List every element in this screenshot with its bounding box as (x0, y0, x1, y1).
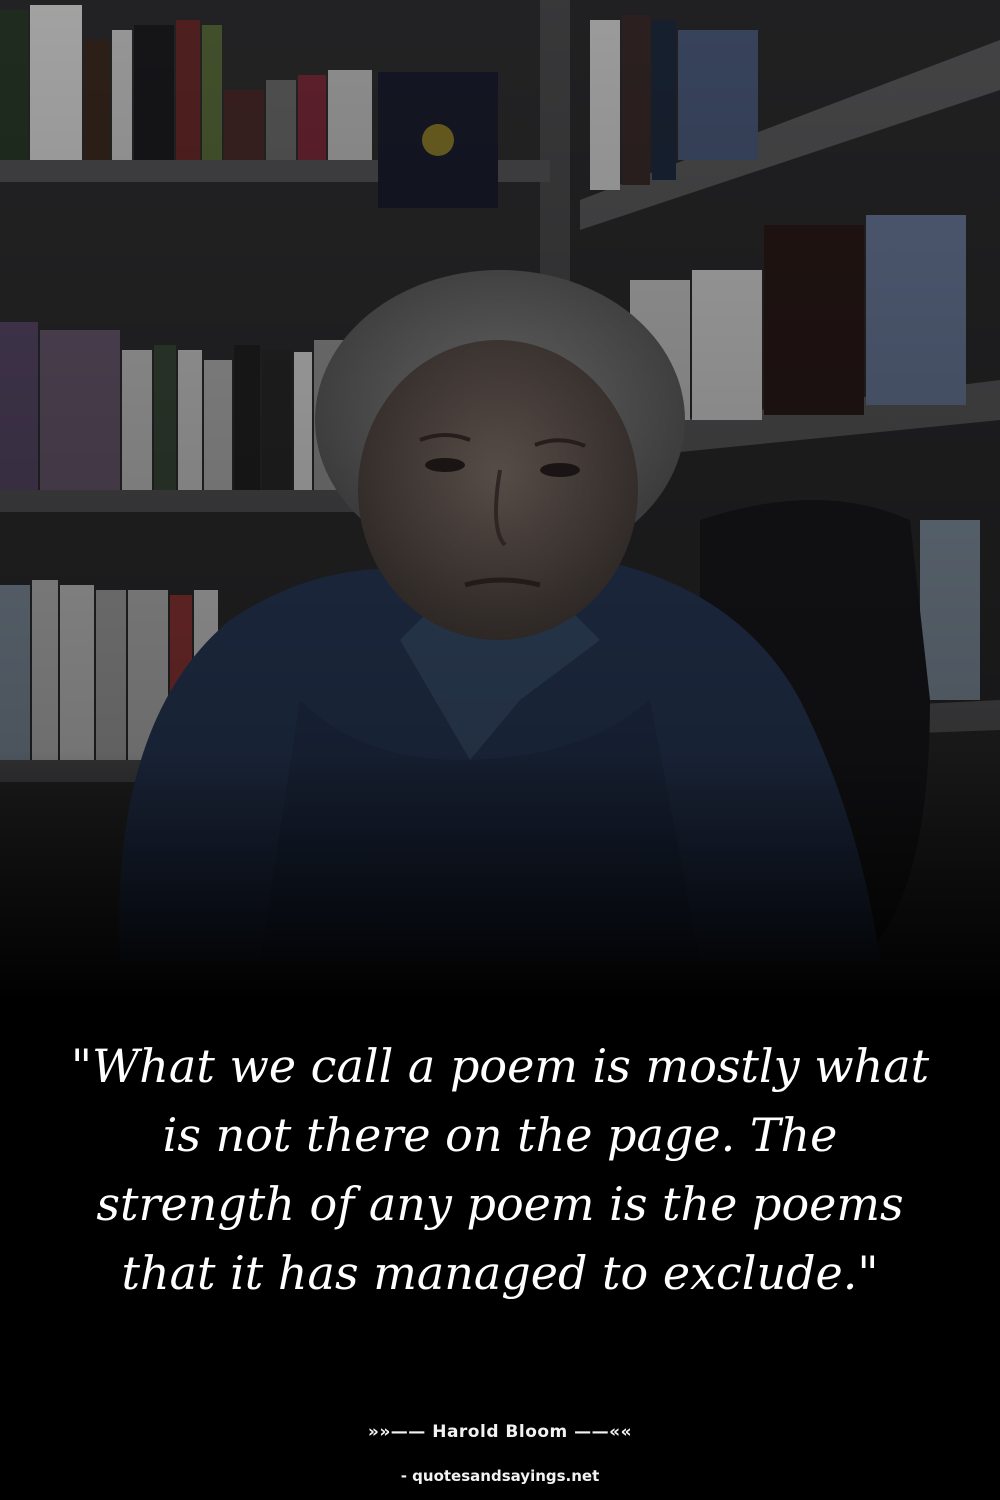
quote-card: "What we call a poem is mostly what is n… (0, 0, 1000, 1500)
author-attribution: »»—— Harold Bloom ——«« (367, 1422, 633, 1442)
site-watermark: - quotesandsayings.net (400, 1467, 600, 1485)
portrait-photo (0, 0, 1000, 1000)
quote-text: "What we call a poem is mostly what is n… (70, 1039, 930, 1300)
quote-block: "What we call a poem is mostly what is n… (60, 1000, 940, 1340)
